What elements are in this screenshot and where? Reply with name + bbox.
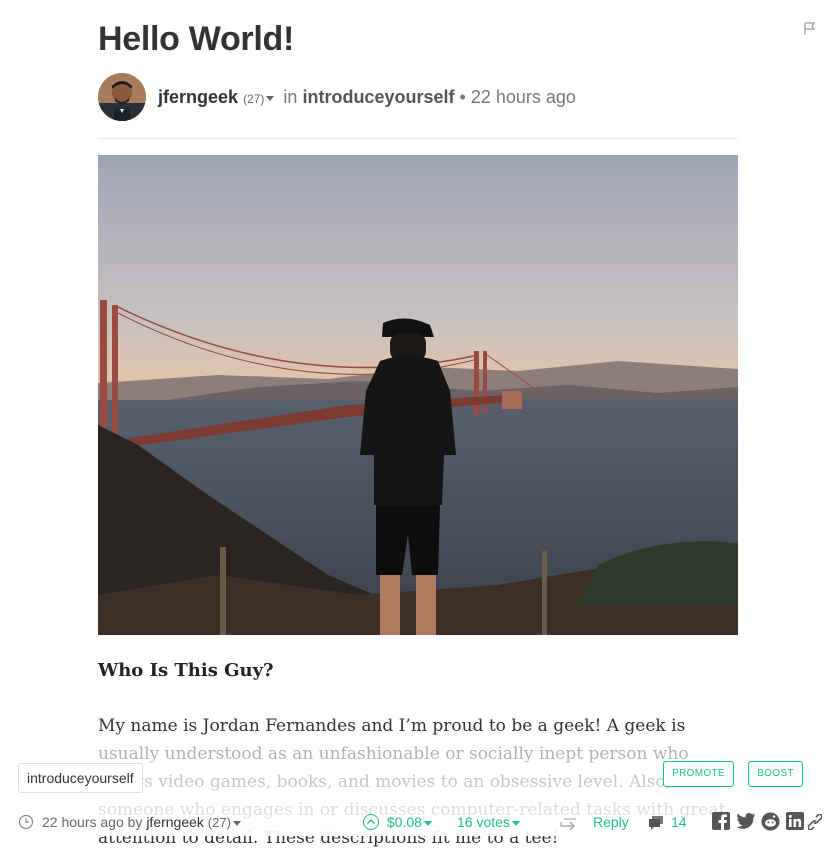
- post-time: 22 hours ago: [470, 87, 576, 107]
- votes-group: 16 votes: [457, 814, 524, 830]
- upvote-group: $0.08: [363, 814, 436, 830]
- votes-count[interactable]: 16 votes: [457, 814, 510, 830]
- post-footer: 22 hours ago by jferngeek (27) $0.08 16 …: [0, 808, 838, 836]
- in-label: in: [283, 87, 298, 107]
- author-menu-caret-icon[interactable]: [266, 95, 275, 101]
- community-link[interactable]: introduceyourself: [302, 87, 454, 107]
- avatar[interactable]: [98, 73, 146, 121]
- section-heading: Who Is This Guy?: [98, 660, 274, 681]
- upvote-icon[interactable]: [363, 814, 379, 830]
- promote-button[interactable]: PROMOTE: [663, 761, 734, 787]
- flag-icon[interactable]: [804, 22, 816, 41]
- payout-caret-icon[interactable]: [423, 820, 432, 826]
- clock-icon: [18, 814, 34, 833]
- link-icon[interactable]: [807, 813, 823, 833]
- footer-by-label: by: [127, 814, 143, 830]
- divider: [98, 138, 738, 139]
- twitter-icon[interactable]: [736, 812, 756, 833]
- footer-author-link[interactable]: jferngeek: [146, 814, 204, 830]
- author-link[interactable]: jferngeek: [158, 87, 238, 107]
- votes-caret-icon[interactable]: [511, 820, 520, 826]
- author-reputation: (27): [243, 92, 265, 106]
- linkedin-icon[interactable]: [786, 812, 804, 833]
- post-title: Hello World!: [98, 20, 294, 58]
- footer-author-reputation: (27): [207, 815, 231, 830]
- post-meta: jferngeek (27) in introduceyourself • 22…: [158, 87, 576, 108]
- footer-time: 22 hours ago: [42, 814, 124, 830]
- payout-value[interactable]: $0.08: [387, 814, 422, 830]
- facebook-icon[interactable]: [712, 812, 730, 833]
- footer-author-caret-icon[interactable]: [232, 820, 241, 826]
- tag-introduceyourself[interactable]: introduceyourself: [18, 763, 143, 793]
- reply-link[interactable]: Reply: [593, 814, 629, 830]
- footer-meta: 22 hours ago by jferngeek (27): [42, 814, 245, 830]
- comments-icon[interactable]: [648, 815, 664, 833]
- reblog-icon[interactable]: [560, 816, 578, 833]
- post-image: [98, 155, 738, 635]
- author-row: jferngeek (27) in introduceyourself • 22…: [98, 73, 738, 123]
- reddit-icon[interactable]: [761, 812, 780, 834]
- comments-count[interactable]: 14: [671, 814, 687, 830]
- meta-separator: •: [459, 87, 466, 107]
- boost-button[interactable]: BOOST: [748, 761, 803, 787]
